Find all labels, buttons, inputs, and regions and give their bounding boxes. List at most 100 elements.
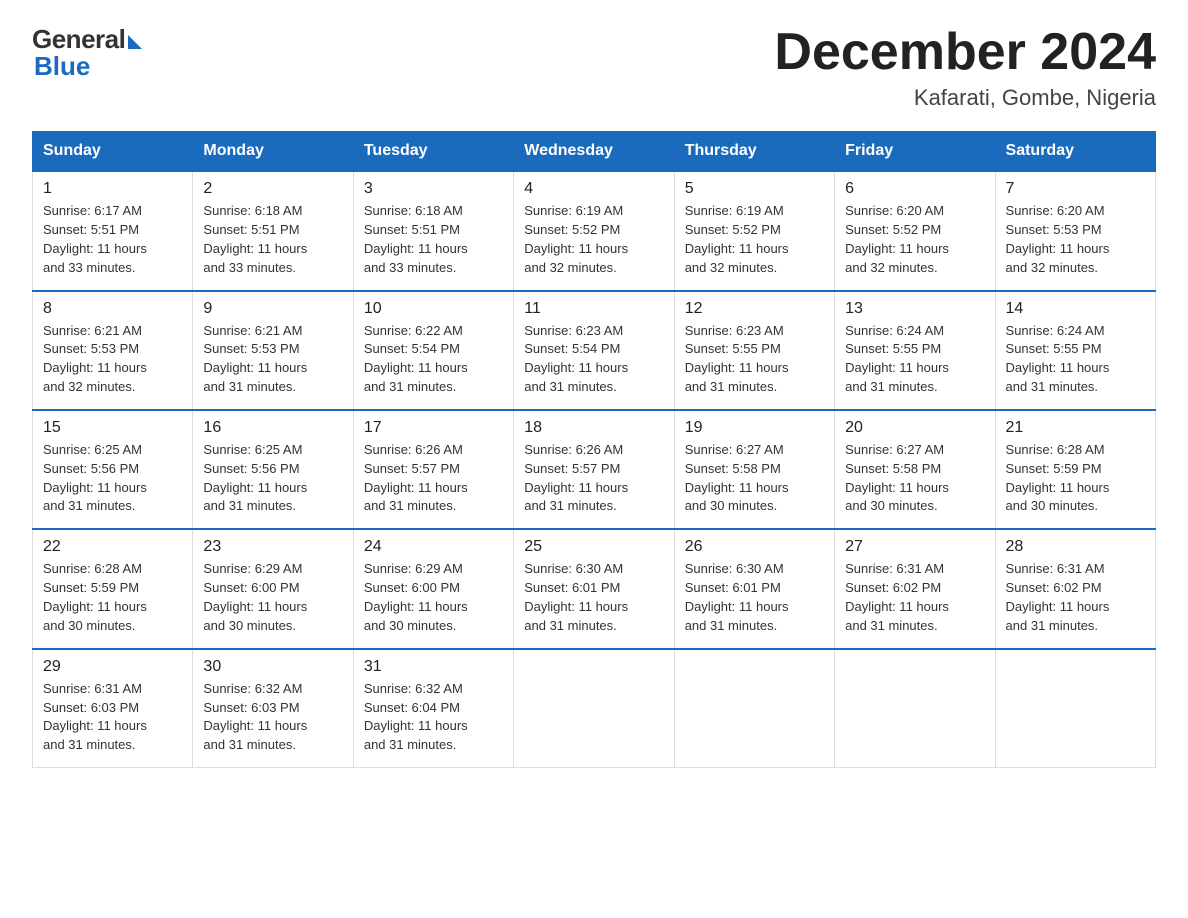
day-number: 23 — [203, 538, 342, 556]
weekday-header-tuesday: Tuesday — [353, 132, 513, 172]
weekday-header-sunday: Sunday — [33, 132, 193, 172]
calendar-cell: 20 Sunrise: 6:27 AM Sunset: 5:58 PM Dayl… — [835, 410, 995, 529]
cell-info: Sunrise: 6:32 AM Sunset: 6:04 PM Dayligh… — [364, 680, 503, 755]
calendar-cell: 26 Sunrise: 6:30 AM Sunset: 6:01 PM Dayl… — [674, 529, 834, 648]
week-row-3: 15 Sunrise: 6:25 AM Sunset: 5:56 PM Dayl… — [33, 410, 1156, 529]
calendar-cell: 24 Sunrise: 6:29 AM Sunset: 6:00 PM Dayl… — [353, 529, 513, 648]
cell-info: Sunrise: 6:30 AM Sunset: 6:01 PM Dayligh… — [685, 560, 824, 635]
cell-info: Sunrise: 6:28 AM Sunset: 5:59 PM Dayligh… — [43, 560, 182, 635]
day-number: 4 — [524, 180, 663, 198]
month-title: December 2024 — [774, 24, 1156, 81]
day-number: 22 — [43, 538, 182, 556]
cell-info: Sunrise: 6:21 AM Sunset: 5:53 PM Dayligh… — [43, 322, 182, 397]
cell-info: Sunrise: 6:28 AM Sunset: 5:59 PM Dayligh… — [1006, 441, 1145, 516]
calendar-cell: 21 Sunrise: 6:28 AM Sunset: 5:59 PM Dayl… — [995, 410, 1155, 529]
day-number: 26 — [685, 538, 824, 556]
cell-info: Sunrise: 6:17 AM Sunset: 5:51 PM Dayligh… — [43, 202, 182, 277]
logo-arrow-icon — [128, 35, 142, 49]
cell-info: Sunrise: 6:23 AM Sunset: 5:55 PM Dayligh… — [685, 322, 824, 397]
day-number: 5 — [685, 180, 824, 198]
calendar-cell: 6 Sunrise: 6:20 AM Sunset: 5:52 PM Dayli… — [835, 171, 995, 290]
week-row-2: 8 Sunrise: 6:21 AM Sunset: 5:53 PM Dayli… — [33, 291, 1156, 410]
calendar-cell: 16 Sunrise: 6:25 AM Sunset: 5:56 PM Dayl… — [193, 410, 353, 529]
day-number: 18 — [524, 419, 663, 437]
logo-blue-text: Blue — [32, 51, 90, 82]
day-number: 21 — [1006, 419, 1145, 437]
day-number: 24 — [364, 538, 503, 556]
calendar-cell: 28 Sunrise: 6:31 AM Sunset: 6:02 PM Dayl… — [995, 529, 1155, 648]
day-number: 27 — [845, 538, 984, 556]
weekday-header-row: SundayMondayTuesdayWednesdayThursdayFrid… — [33, 132, 1156, 172]
day-number: 28 — [1006, 538, 1145, 556]
weekday-header-wednesday: Wednesday — [514, 132, 674, 172]
cell-info: Sunrise: 6:20 AM Sunset: 5:52 PM Dayligh… — [845, 202, 984, 277]
location-title: Kafarati, Gombe, Nigeria — [774, 85, 1156, 111]
cell-info: Sunrise: 6:18 AM Sunset: 5:51 PM Dayligh… — [364, 202, 503, 277]
week-row-5: 29 Sunrise: 6:31 AM Sunset: 6:03 PM Dayl… — [33, 649, 1156, 768]
day-number: 12 — [685, 300, 824, 318]
day-number: 7 — [1006, 180, 1145, 198]
day-number: 15 — [43, 419, 182, 437]
calendar-cell: 30 Sunrise: 6:32 AM Sunset: 6:03 PM Dayl… — [193, 649, 353, 768]
title-section: December 2024 Kafarati, Gombe, Nigeria — [774, 24, 1156, 111]
cell-info: Sunrise: 6:32 AM Sunset: 6:03 PM Dayligh… — [203, 680, 342, 755]
day-number: 1 — [43, 180, 182, 198]
cell-info: Sunrise: 6:31 AM Sunset: 6:03 PM Dayligh… — [43, 680, 182, 755]
day-number: 31 — [364, 658, 503, 676]
cell-info: Sunrise: 6:29 AM Sunset: 6:00 PM Dayligh… — [364, 560, 503, 635]
calendar-cell: 22 Sunrise: 6:28 AM Sunset: 5:59 PM Dayl… — [33, 529, 193, 648]
cell-info: Sunrise: 6:27 AM Sunset: 5:58 PM Dayligh… — [685, 441, 824, 516]
cell-info: Sunrise: 6:26 AM Sunset: 5:57 PM Dayligh… — [524, 441, 663, 516]
page-header: General Blue December 2024 Kafarati, Gom… — [32, 24, 1156, 111]
calendar-cell: 10 Sunrise: 6:22 AM Sunset: 5:54 PM Dayl… — [353, 291, 513, 410]
calendar-cell: 23 Sunrise: 6:29 AM Sunset: 6:00 PM Dayl… — [193, 529, 353, 648]
calendar-cell — [674, 649, 834, 768]
day-number: 14 — [1006, 300, 1145, 318]
cell-info: Sunrise: 6:20 AM Sunset: 5:53 PM Dayligh… — [1006, 202, 1145, 277]
cell-info: Sunrise: 6:24 AM Sunset: 5:55 PM Dayligh… — [1006, 322, 1145, 397]
cell-info: Sunrise: 6:21 AM Sunset: 5:53 PM Dayligh… — [203, 322, 342, 397]
cell-info: Sunrise: 6:22 AM Sunset: 5:54 PM Dayligh… — [364, 322, 503, 397]
calendar-cell: 7 Sunrise: 6:20 AM Sunset: 5:53 PM Dayli… — [995, 171, 1155, 290]
weekday-header-monday: Monday — [193, 132, 353, 172]
cell-info: Sunrise: 6:31 AM Sunset: 6:02 PM Dayligh… — [845, 560, 984, 635]
day-number: 17 — [364, 419, 503, 437]
calendar-cell: 3 Sunrise: 6:18 AM Sunset: 5:51 PM Dayli… — [353, 171, 513, 290]
calendar-cell — [514, 649, 674, 768]
cell-info: Sunrise: 6:19 AM Sunset: 5:52 PM Dayligh… — [524, 202, 663, 277]
day-number: 10 — [364, 300, 503, 318]
cell-info: Sunrise: 6:30 AM Sunset: 6:01 PM Dayligh… — [524, 560, 663, 635]
cell-info: Sunrise: 6:23 AM Sunset: 5:54 PM Dayligh… — [524, 322, 663, 397]
calendar-cell: 11 Sunrise: 6:23 AM Sunset: 5:54 PM Dayl… — [514, 291, 674, 410]
cell-info: Sunrise: 6:25 AM Sunset: 5:56 PM Dayligh… — [203, 441, 342, 516]
day-number: 11 — [524, 300, 663, 318]
calendar-cell: 31 Sunrise: 6:32 AM Sunset: 6:04 PM Dayl… — [353, 649, 513, 768]
calendar-cell: 15 Sunrise: 6:25 AM Sunset: 5:56 PM Dayl… — [33, 410, 193, 529]
day-number: 25 — [524, 538, 663, 556]
cell-info: Sunrise: 6:27 AM Sunset: 5:58 PM Dayligh… — [845, 441, 984, 516]
calendar-cell: 4 Sunrise: 6:19 AM Sunset: 5:52 PM Dayli… — [514, 171, 674, 290]
calendar-cell — [995, 649, 1155, 768]
day-number: 6 — [845, 180, 984, 198]
day-number: 29 — [43, 658, 182, 676]
calendar-cell: 14 Sunrise: 6:24 AM Sunset: 5:55 PM Dayl… — [995, 291, 1155, 410]
calendar-cell: 29 Sunrise: 6:31 AM Sunset: 6:03 PM Dayl… — [33, 649, 193, 768]
calendar-cell: 2 Sunrise: 6:18 AM Sunset: 5:51 PM Dayli… — [193, 171, 353, 290]
day-number: 3 — [364, 180, 503, 198]
cell-info: Sunrise: 6:18 AM Sunset: 5:51 PM Dayligh… — [203, 202, 342, 277]
day-number: 16 — [203, 419, 342, 437]
calendar-cell: 18 Sunrise: 6:26 AM Sunset: 5:57 PM Dayl… — [514, 410, 674, 529]
weekday-header-saturday: Saturday — [995, 132, 1155, 172]
weekday-header-thursday: Thursday — [674, 132, 834, 172]
day-number: 13 — [845, 300, 984, 318]
calendar-cell: 13 Sunrise: 6:24 AM Sunset: 5:55 PM Dayl… — [835, 291, 995, 410]
calendar-cell: 17 Sunrise: 6:26 AM Sunset: 5:57 PM Dayl… — [353, 410, 513, 529]
calendar-table: SundayMondayTuesdayWednesdayThursdayFrid… — [32, 131, 1156, 768]
calendar-cell: 8 Sunrise: 6:21 AM Sunset: 5:53 PM Dayli… — [33, 291, 193, 410]
cell-info: Sunrise: 6:29 AM Sunset: 6:00 PM Dayligh… — [203, 560, 342, 635]
day-number: 2 — [203, 180, 342, 198]
calendar-cell: 9 Sunrise: 6:21 AM Sunset: 5:53 PM Dayli… — [193, 291, 353, 410]
calendar-cell: 5 Sunrise: 6:19 AM Sunset: 5:52 PM Dayli… — [674, 171, 834, 290]
day-number: 19 — [685, 419, 824, 437]
day-number: 8 — [43, 300, 182, 318]
